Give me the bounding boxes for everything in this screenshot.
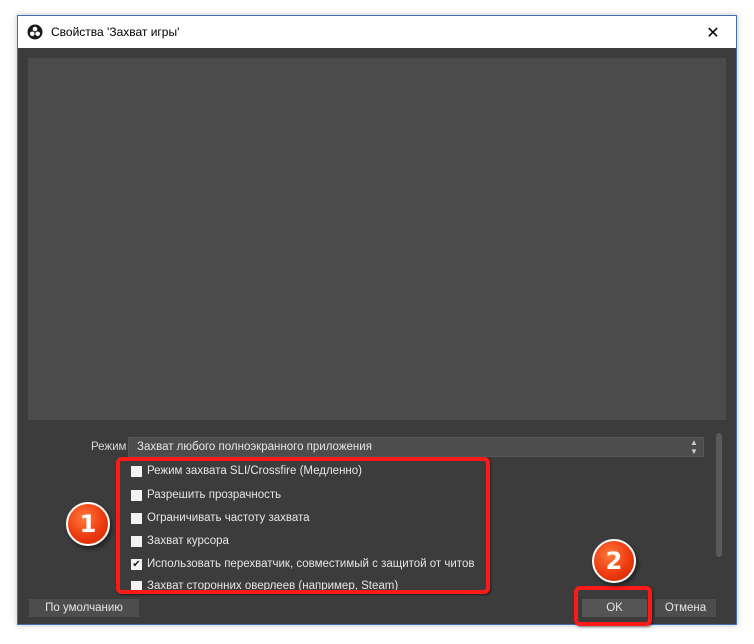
step-2-badge: 2 xyxy=(592,539,636,583)
close-icon: ✕ xyxy=(706,22,720,42)
cancel-button[interactable]: Отмена xyxy=(654,598,717,618)
close-button[interactable]: ✕ xyxy=(690,16,736,48)
chevron-updown-icon: ▲ ▼ xyxy=(690,438,698,456)
defaults-button[interactable]: По умолчанию xyxy=(28,598,140,618)
ok-highlight-box xyxy=(574,586,652,626)
scrollbar-thumb[interactable] xyxy=(716,433,722,557)
mode-select[interactable]: Захват любого полноэкранного приложения … xyxy=(128,437,704,457)
window-title: Свойства 'Захват игры' xyxy=(51,25,180,39)
options-highlight-box xyxy=(116,457,490,594)
capture-preview xyxy=(28,58,726,420)
title-bar: Свойства 'Захват игры' ✕ xyxy=(18,16,736,48)
mode-row: Режим Захват любого полноэкранного прило… xyxy=(28,437,704,459)
step-1-badge: 1 xyxy=(66,502,110,546)
obs-logo-icon xyxy=(27,24,43,40)
properties-scrollbar[interactable] xyxy=(714,433,724,557)
mode-select-value: Захват любого полноэкранного приложения xyxy=(137,441,372,453)
mode-label: Режим xyxy=(91,441,127,453)
